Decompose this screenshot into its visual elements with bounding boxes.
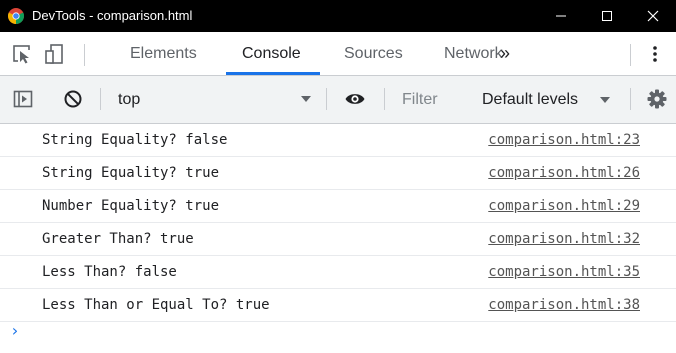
filter-input[interactable] [398, 86, 472, 113]
context-selector[interactable]: top [118, 76, 140, 123]
close-icon [647, 10, 659, 22]
source-link[interactable]: comparison.html:26 [488, 157, 640, 189]
console-message: Number Equality? true comparison.html:29 [0, 190, 676, 223]
message-text: String Equality? false [42, 132, 228, 148]
device-toggle-icon[interactable] [44, 43, 66, 65]
console-input[interactable] [28, 321, 632, 345]
message-text: String Equality? true [42, 165, 220, 181]
toolbar-divider [630, 88, 631, 110]
console-message: Less Than? false comparison.html:35 [0, 256, 676, 289]
inspect-element-icon[interactable] [12, 43, 34, 65]
log-levels-dropdown[interactable]: Default levels [482, 76, 578, 123]
devtools-main-toolbar: Elements Console Sources Network » [0, 32, 676, 76]
message-text: Greater Than? true [42, 231, 194, 247]
minimize-icon [556, 15, 566, 17]
toolbar-divider [84, 44, 85, 66]
kebab-menu-icon[interactable] [652, 45, 658, 63]
console-prompt[interactable]: › [0, 317, 676, 347]
maximize-icon [602, 11, 612, 21]
source-link[interactable]: comparison.html:23 [488, 124, 640, 156]
sidebar-toggle-icon[interactable] [12, 88, 34, 110]
toolbar-divider [100, 88, 101, 110]
clear-console-icon[interactable] [62, 88, 84, 110]
maximize-button[interactable] [584, 0, 630, 32]
console-message: String Equality? true comparison.html:26 [0, 157, 676, 190]
tab-elements[interactable]: Elements [130, 32, 197, 75]
toolbar-divider [630, 44, 631, 66]
console-message: String Equality? false comparison.html:2… [0, 124, 676, 157]
toolbar-divider [384, 88, 385, 110]
settings-gear-icon[interactable] [646, 88, 668, 110]
toolbar-divider [326, 88, 327, 110]
tab-network[interactable]: Network [444, 32, 503, 75]
source-link[interactable]: comparison.html:29 [488, 190, 640, 222]
source-link[interactable]: comparison.html:35 [488, 256, 640, 288]
chrome-logo-icon [8, 8, 24, 24]
chevron-down-icon [600, 97, 610, 103]
window-title-bar: DevTools - comparison.html [0, 0, 676, 32]
minimize-button[interactable] [538, 0, 584, 32]
message-text: Number Equality? true [42, 198, 220, 214]
close-button[interactable] [630, 0, 676, 32]
prompt-caret-icon: › [10, 321, 20, 340]
tab-sources[interactable]: Sources [344, 32, 403, 75]
tab-console[interactable]: Console [242, 32, 301, 75]
console-messages: String Equality? false comparison.html:2… [0, 124, 676, 322]
source-link[interactable]: comparison.html:32 [488, 223, 640, 255]
active-tab-indicator [226, 72, 320, 75]
chevron-down-icon [301, 96, 311, 102]
eye-icon[interactable] [344, 88, 366, 110]
console-toolbar: top Default levels [0, 76, 676, 124]
console-message: Greater Than? true comparison.html:32 [0, 223, 676, 256]
message-text: Less Than? false [42, 264, 177, 280]
window-title: DevTools - comparison.html [32, 8, 193, 23]
more-tabs-button[interactable]: » [500, 32, 510, 75]
